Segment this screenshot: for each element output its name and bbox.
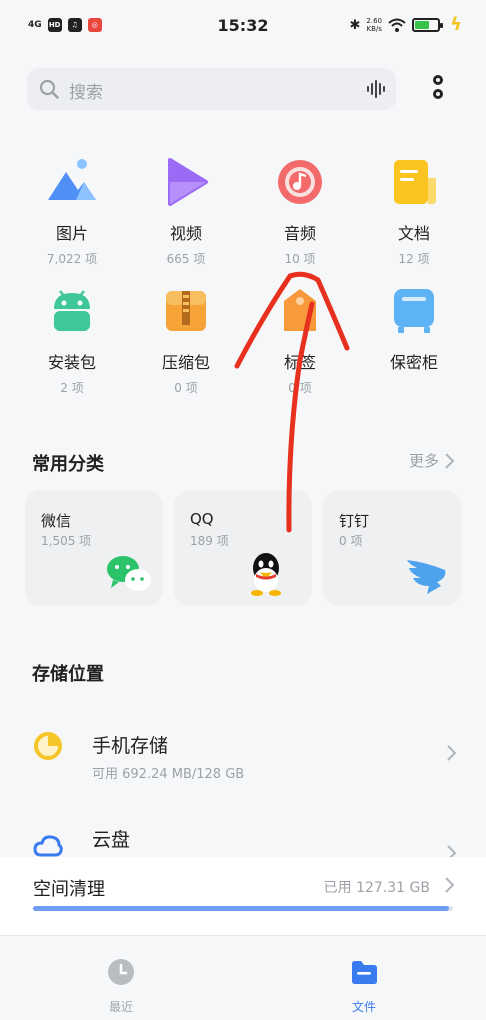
wechat-icon	[107, 556, 151, 591]
audio-icon	[278, 160, 322, 204]
category-videos[interactable]: 视频 665 项	[136, 156, 236, 267]
document-icon	[394, 160, 436, 204]
chevron-right-icon	[445, 452, 454, 469]
qq-icon	[251, 553, 281, 596]
category-apk[interactable]: 安装包 2 项	[22, 285, 122, 396]
battery-icon	[412, 18, 443, 32]
space-usage-fill	[33, 906, 449, 911]
safe-icon	[394, 289, 434, 333]
card-dingtalk[interactable]: 钉钉 0 项	[323, 490, 461, 606]
tab-recent[interactable]: 最近	[81, 958, 161, 1015]
tag-icon	[284, 289, 316, 331]
charging-icon: ϟ	[450, 14, 462, 35]
category-safe[interactable]: 保密柜	[364, 285, 464, 379]
more-options-icon[interactable]	[430, 75, 446, 105]
tab-files[interactable]: 文件	[324, 958, 404, 1015]
clock-icon	[108, 959, 134, 985]
archive-icon	[166, 291, 206, 331]
category-archives[interactable]: 压缩包 0 项	[136, 285, 236, 396]
phone-storage-row[interactable]: 手机存储 可用 692.24 MB/128 GB	[0, 705, 486, 805]
bottom-tab-bar: 最近 文件	[0, 935, 486, 1020]
card-wechat[interactable]: 微信 1,505 项	[25, 490, 163, 606]
space-used-text: 已用 127.31 GB	[323, 880, 430, 896]
search-icon	[39, 79, 59, 99]
search-input[interactable]: 搜索	[69, 78, 103, 103]
pie-chart-icon	[34, 732, 62, 760]
space-cleanup-panel[interactable]: 空间清理 已用 127.31 GB	[0, 857, 486, 935]
video-icon	[168, 158, 208, 206]
voice-search-icon[interactable]	[366, 79, 388, 99]
picture-icon	[48, 159, 96, 200]
folder-icon	[352, 961, 377, 984]
storage-section-title: 存储位置	[32, 664, 104, 685]
space-cleanup-label: 空间清理	[33, 879, 105, 900]
space-usage-bar	[33, 906, 453, 911]
android-icon	[54, 290, 90, 331]
category-documents[interactable]: 文档 12 项	[364, 156, 464, 267]
card-qq[interactable]: QQ 189 项	[174, 490, 312, 606]
category-pictures[interactable]: 图片 7,022 项	[22, 156, 122, 267]
network-speed: 2.60 KB/s	[366, 17, 382, 33]
dingtalk-icon	[407, 560, 446, 594]
chevron-right-icon	[445, 877, 454, 893]
category-audio[interactable]: 音频 10 项	[250, 156, 350, 267]
common-section-title: 常用分类	[32, 454, 104, 475]
status-right: ✱ 2.60 KB/s	[349, 17, 443, 33]
bluetooth-icon: ✱	[349, 17, 361, 33]
more-link[interactable]: 更多	[409, 450, 454, 471]
wifi-icon	[388, 18, 406, 32]
chevron-right-icon	[447, 745, 456, 761]
search-bar[interactable]: 搜索	[27, 68, 396, 110]
category-tags[interactable]: 标签 0 项	[250, 285, 350, 396]
status-bar: 4G HD ♫ ◎ 15:32 ✱ 2.60 KB/s ϟ	[0, 0, 486, 52]
